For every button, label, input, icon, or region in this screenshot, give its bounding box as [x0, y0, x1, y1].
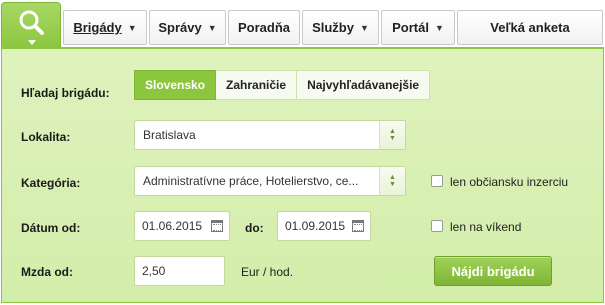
- nav-tab-label: Brigády: [73, 20, 122, 35]
- nav-tab-label: Portál: [392, 20, 429, 35]
- chevron-down-icon: ▼: [127, 22, 137, 33]
- find-job-button[interactable]: Nájdi brigádu: [434, 256, 552, 286]
- date-to-input[interactable]: 01.09.2015: [277, 211, 371, 241]
- nav-tab-spravy[interactable]: Správy ▼: [149, 10, 226, 45]
- chevron-down-icon: ▼: [359, 22, 369, 33]
- wage-input[interactable]: 2,50: [134, 256, 225, 286]
- weekend-only-label: len na víkend: [450, 220, 522, 234]
- nav-tab-label: Poradňa: [237, 20, 290, 35]
- date-from-input[interactable]: 01.06.2015: [134, 211, 230, 241]
- date-to-label: do:: [245, 221, 264, 235]
- search-tab[interactable]: [1, 2, 61, 48]
- wage-value: 2,50: [142, 264, 166, 278]
- region-tabs: Slovensko Zahraničie Najvyhľadávanejšie: [134, 70, 431, 100]
- nav-tab-label: Služby: [312, 20, 354, 35]
- tab-najvyhladavanejsie[interactable]: Najvyhľadávanejšie: [297, 70, 431, 100]
- location-value: Bratislava: [143, 128, 196, 142]
- nav-tab-poradna[interactable]: Poradňa: [228, 10, 300, 45]
- nav-tab-sluzby[interactable]: Služby ▼: [302, 10, 379, 45]
- category-value: Administratívne práce, Hotelierstvo, ce.…: [143, 174, 359, 188]
- location-select[interactable]: Bratislava ▲ ▼: [134, 120, 406, 150]
- wage-unit: Eur / hod.: [241, 265, 294, 279]
- chevron-down-icon: ▼: [434, 22, 444, 33]
- nav-tab-velka-anketa[interactable]: Veľká anketa: [457, 10, 603, 45]
- nav-tab-label: Správy: [158, 20, 202, 35]
- nav-tab-portal[interactable]: Portál ▼: [381, 10, 455, 45]
- date-from-label: Dátum od:: [21, 221, 81, 235]
- category-label: Kategória:: [21, 176, 81, 190]
- search-label: Hľadaj brigádu:: [21, 86, 110, 100]
- calendar-icon[interactable]: [211, 220, 223, 232]
- location-label: Lokalita:: [21, 130, 71, 144]
- category-select[interactable]: Administratívne práce, Hotelierstvo, ce.…: [134, 166, 406, 196]
- date-to-value: 01.09.2015: [285, 219, 346, 233]
- calendar-icon[interactable]: [352, 220, 364, 232]
- top-navigation: Brigády ▼ Správy ▼ Poradňa Služby ▼ Port…: [0, 0, 605, 48]
- select-arrows-icon: ▲ ▼: [379, 121, 405, 149]
- magnifier-icon: [19, 10, 44, 45]
- tab-slovensko[interactable]: Slovensko: [134, 70, 217, 100]
- date-from-value: 01.06.2015: [142, 219, 203, 233]
- chevron-down-icon: ▼: [207, 22, 217, 33]
- wage-label: Mzda od:: [21, 265, 73, 279]
- weekend-only-checkbox[interactable]: [431, 220, 443, 232]
- civic-only-label: len občiansku inzerciu: [450, 175, 569, 189]
- select-arrows-icon: ▲ ▼: [379, 167, 405, 195]
- nav-tab-label: Veľká anketa: [490, 20, 570, 35]
- civic-only-checkbox[interactable]: [431, 175, 443, 187]
- nav-tab-brigady[interactable]: Brigády ▼: [63, 10, 147, 45]
- tab-zahranicie[interactable]: Zahraničie: [216, 70, 298, 100]
